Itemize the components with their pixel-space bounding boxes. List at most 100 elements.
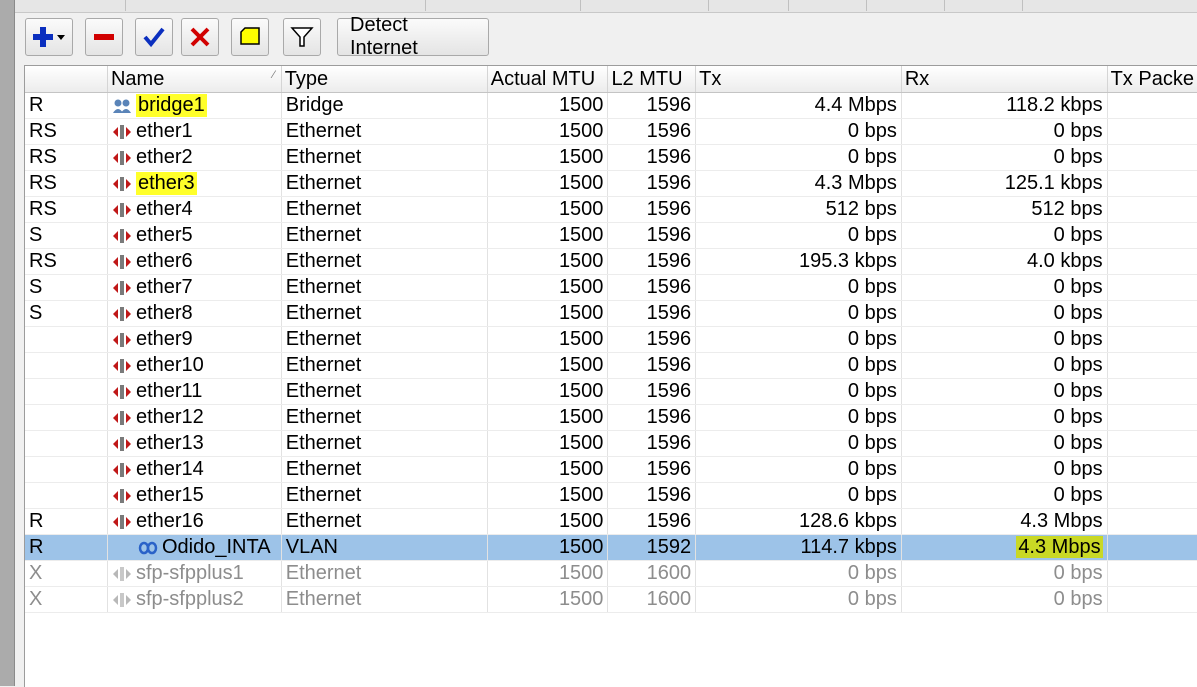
interface-name: ether15	[135, 484, 204, 506]
comment-button[interactable]	[231, 18, 269, 56]
tab[interactable]	[15, 0, 126, 11]
table-row-selected[interactable]: R Odido_INTA VLAN 1500 1592 114.7 kbps 4…	[25, 534, 1197, 561]
column-header-rx[interactable]: Rx	[901, 66, 1108, 93]
tab[interactable]	[708, 0, 789, 11]
interface-name: Odido_INTA	[161, 536, 271, 558]
column-header-l2-mtu[interactable]: L2 MTU	[607, 66, 697, 93]
tx-packets-cell	[1107, 326, 1197, 353]
interface-name: ether7	[135, 276, 193, 298]
l2-mtu-cell: 1596	[607, 118, 697, 145]
actual-mtu-cell: 1500	[487, 508, 609, 535]
rx-cell: 4.0 kbps	[901, 248, 1108, 275]
name-cell: ether9	[107, 326, 282, 353]
tab[interactable]	[425, 0, 581, 11]
table-row-disabled[interactable]: X sfp-sfpplus2 Ethernet 1500 1600 0 bps …	[25, 586, 1197, 613]
ethernet-icon	[112, 124, 131, 139]
l2-mtu-cell: 1596	[607, 248, 697, 275]
tx-cell: 0 bps	[695, 326, 902, 353]
table-row[interactable]: S ether5 Ethernet 1500 1596 0 bps 0 bps	[25, 222, 1197, 249]
rx-cell: 0 bps	[901, 482, 1108, 509]
column-header-actual-mtu[interactable]: Actual MTU	[487, 66, 609, 93]
name-cell: sfp-sfpplus1	[107, 560, 282, 587]
table-row[interactable]: ether11 Ethernet 1500 1596 0 bps 0 bps	[25, 378, 1197, 405]
type-cell: Ethernet	[281, 482, 488, 509]
tab-strip	[15, 0, 1197, 13]
column-header-flags[interactable]	[25, 66, 108, 93]
tx-packets-cell	[1107, 274, 1197, 301]
tx-packets-cell	[1107, 508, 1197, 535]
tx-packets-cell	[1107, 482, 1197, 509]
tx-packets-cell	[1107, 118, 1197, 145]
type-cell: Ethernet	[281, 196, 488, 223]
tx-packets-cell	[1107, 534, 1197, 561]
table-row[interactable]: RS ether4 Ethernet 1500 1596 512 bps 512…	[25, 196, 1197, 223]
column-header-name-label: Name	[110, 67, 165, 90]
disable-button[interactable]	[181, 18, 219, 56]
actual-mtu-cell: 1500	[487, 482, 609, 509]
detect-internet-button[interactable]: Detect Internet	[337, 14, 489, 59]
column-header-name[interactable]: Name ⁄	[107, 66, 282, 93]
tab[interactable]	[125, 0, 426, 11]
actual-mtu-cell: 1500	[487, 534, 609, 561]
table-row[interactable]: RS ether3 Ethernet 1500 1596 4.3 Mbps 12…	[25, 170, 1197, 197]
tab[interactable]	[788, 0, 867, 11]
enable-button[interactable]	[135, 18, 173, 56]
rx-cell: 0 bps	[901, 274, 1108, 301]
interface-name: ether10	[135, 354, 204, 376]
tx-cell: 0 bps	[695, 300, 902, 327]
filter-button[interactable]	[283, 18, 321, 56]
table-row[interactable]: ether15 Ethernet 1500 1596 0 bps 0 bps	[25, 482, 1197, 509]
remove-button[interactable]	[85, 18, 123, 56]
l2-mtu-cell: 1600	[607, 586, 697, 613]
sort-ascending-icon: ⁄	[272, 69, 275, 81]
table-row[interactable]: S ether8 Ethernet 1500 1596 0 bps 0 bps	[25, 300, 1197, 327]
ethernet-icon	[112, 410, 131, 425]
column-header-type[interactable]: Type	[281, 66, 488, 93]
ethernet-icon	[112, 462, 131, 477]
type-cell: Ethernet	[281, 508, 488, 535]
ethernet-icon	[112, 384, 131, 399]
add-button[interactable]	[25, 18, 73, 56]
flags-cell	[25, 352, 108, 379]
table-row[interactable]: RS ether2 Ethernet 1500 1596 0 bps 0 bps	[25, 144, 1197, 171]
tab[interactable]	[944, 0, 1023, 11]
table-row[interactable]: RS ether6 Ethernet 1500 1596 195.3 kbps …	[25, 248, 1197, 275]
ethernet-icon	[112, 358, 131, 373]
tx-cell: 0 bps	[695, 456, 902, 483]
vlan-icon	[138, 541, 158, 554]
ethernet-icon	[112, 332, 131, 347]
table-row[interactable]: ether14 Ethernet 1500 1596 0 bps 0 bps	[25, 456, 1197, 483]
type-cell: Ethernet	[281, 222, 488, 249]
rx-cell: 0 bps	[901, 404, 1108, 431]
flags-cell: RS	[25, 118, 108, 145]
name-cell: Odido_INTA	[107, 534, 282, 561]
rx-cell: 0 bps	[901, 144, 1108, 171]
table-row[interactable]: S ether7 Ethernet 1500 1596 0 bps 0 bps	[25, 274, 1197, 301]
table-row[interactable]: ether9 Ethernet 1500 1596 0 bps 0 bps	[25, 326, 1197, 353]
table-row[interactable]: ether10 Ethernet 1500 1596 0 bps 0 bps	[25, 352, 1197, 379]
tx-cell: 195.3 kbps	[695, 248, 902, 275]
interface-name: sfp-sfpplus2	[135, 588, 244, 610]
ethernet-icon	[112, 254, 131, 269]
table-row-disabled[interactable]: X sfp-sfpplus1 Ethernet 1500 1600 0 bps …	[25, 560, 1197, 587]
table-row[interactable]: ether13 Ethernet 1500 1596 0 bps 0 bps	[25, 430, 1197, 457]
tab[interactable]	[866, 0, 945, 11]
remove-icon	[94, 34, 114, 40]
l2-mtu-cell: 1596	[607, 456, 697, 483]
enable-check-icon	[143, 27, 165, 48]
tx-packets-cell	[1107, 404, 1197, 431]
table-row[interactable]: R ether16 Ethernet 1500 1596 128.6 kbps …	[25, 508, 1197, 535]
table-row[interactable]: R bridge1 Bridge 1500 1596 4.4 Mbps 118.…	[25, 92, 1197, 119]
l2-mtu-cell: 1596	[607, 196, 697, 223]
table-row[interactable]: ether12 Ethernet 1500 1596 0 bps 0 bps	[25, 404, 1197, 431]
name-cell: ether14	[107, 456, 282, 483]
disable-x-icon	[190, 27, 210, 47]
table-row[interactable]: RS ether1 Ethernet 1500 1596 0 bps 0 bps	[25, 118, 1197, 145]
interface-name: ether12	[135, 406, 204, 428]
column-header-tx-packets[interactable]: Tx Packe	[1107, 66, 1197, 93]
interface-name: ether1	[135, 120, 193, 142]
name-cell: ether10	[107, 352, 282, 379]
type-cell: Ethernet	[281, 300, 488, 327]
tab[interactable]	[580, 0, 709, 11]
column-header-tx[interactable]: Tx	[695, 66, 902, 93]
